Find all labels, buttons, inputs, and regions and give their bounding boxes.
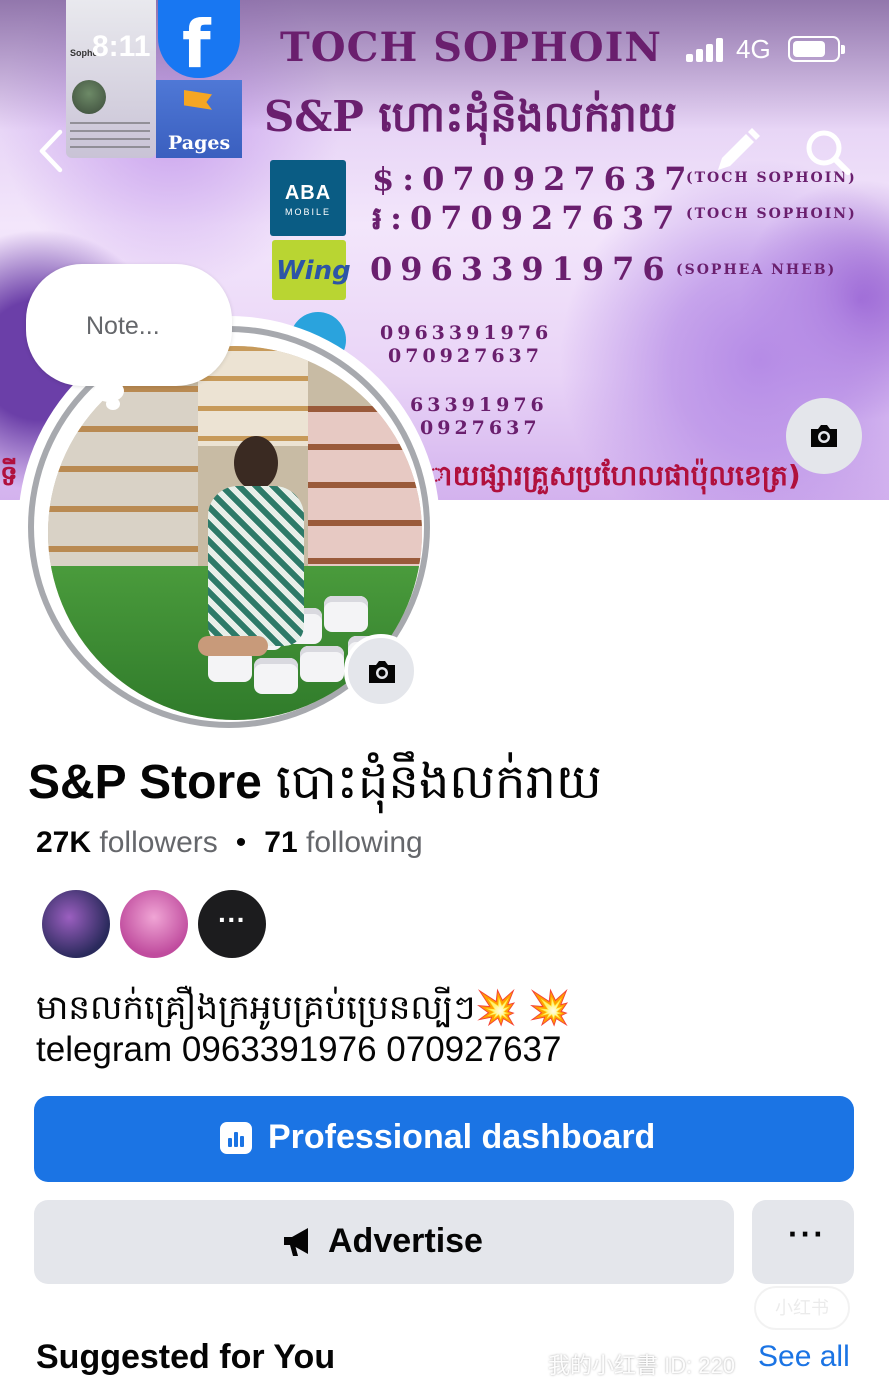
cover-line-1: $:070927637 (372, 160, 695, 198)
facebook-logo: f (158, 0, 240, 83)
follower-avatar[interactable] (42, 890, 110, 958)
cover-bottom-line: ាយផ្សារគ្រួសប្រហែលផាប៉ុលខេត្រ) (428, 459, 801, 492)
photo-person-legs (198, 636, 268, 656)
cover-line-3: 0963391976 (370, 250, 673, 288)
cover-line-2-name: (TOCH SOPHOIN) (686, 206, 857, 222)
page-name-latin: S&P Store (28, 756, 262, 809)
pages-label: Pages (168, 132, 231, 154)
dashboard-icon (220, 1122, 252, 1154)
following-label[interactable]: following (306, 826, 423, 859)
status-time: 8:11 (92, 30, 151, 63)
suggested-for-you-title: Suggested for You (36, 1338, 336, 1376)
photo-shelf-right (308, 406, 422, 576)
cover-title-2: S&P ហោះដុំនិងលក់រាយ (264, 92, 677, 141)
follower-avatar[interactable] (120, 890, 188, 958)
wing-logo-text: Wing (276, 256, 351, 286)
note-bubble[interactable]: Note... (26, 264, 232, 386)
advertise-label: Advertise (328, 1222, 483, 1260)
photo-shelf-left (48, 386, 198, 576)
followers-label[interactable]: followers (99, 826, 217, 859)
see-all-link[interactable]: See all (758, 1340, 850, 1374)
cover-left-edge-text: ទី (0, 459, 18, 492)
followers-count[interactable]: 27K (36, 826, 91, 859)
more-followers-label: ··· (218, 904, 246, 935)
cover-thumb-screenshot: Sophe (66, 0, 156, 158)
stats-separator: • (235, 826, 247, 859)
cover-line-2: ៛:070927637 (372, 199, 683, 237)
edit-cover-camera-button[interactable] (786, 398, 862, 474)
professional-dashboard-button[interactable]: Professional dashboard (34, 1096, 854, 1182)
flag-icon (184, 90, 212, 110)
photo-person-dress (208, 486, 304, 646)
cover-line-4: 0963391976 (380, 322, 553, 344)
photo-person-head (234, 436, 278, 490)
follow-stats: 27K followers • 71 following (36, 826, 423, 860)
cover-thumb-lines (70, 122, 150, 152)
battery-fill (793, 41, 825, 57)
cover-title-1: TOCH SOPHOIN (280, 24, 662, 71)
cover-line-7: 0927637 (420, 417, 541, 439)
professional-dashboard-label: Professional dashboard (268, 1118, 656, 1156)
photo-person (198, 436, 308, 676)
network-label: 4G (736, 34, 771, 64)
aba-logo-main: ABA (284, 182, 332, 204)
cover-line-5: 070927637 (388, 345, 543, 367)
signal-icon (686, 38, 726, 62)
photo-tub (324, 596, 368, 632)
edit-icon[interactable] (708, 124, 764, 180)
more-options-button[interactable]: ··· (752, 1200, 854, 1284)
cover-line-6: 63391976 (410, 394, 548, 416)
cover-line-3-name: (SOPHEA NHEB) (676, 262, 837, 278)
note-placeholder: Note... (86, 312, 160, 340)
advertise-button[interactable]: Advertise (34, 1200, 734, 1284)
page-name-khmer: បោះដុំនឹងលក់រាយ (275, 754, 602, 810)
aba-logo-sub: MOBILE (284, 207, 331, 217)
megaphone-icon (284, 1228, 308, 1256)
more-followers-button[interactable]: ··· (198, 890, 266, 958)
page-name: S&P Store បោះដុំនឹងលក់រាយ (28, 752, 602, 822)
back-icon[interactable] (30, 126, 74, 176)
camera-icon (369, 661, 395, 683)
bio-line-2: telegram 0963391976 070927637 (36, 1030, 562, 1069)
bio-line-1: មានលក់គ្រឿងក្រអូបគ្រប់ប្រេនល្បីៗ💥 💥 (36, 988, 571, 1028)
aba-logo: ABA MOBILE (270, 160, 346, 236)
watermark-text: 我的小红書 ID: 220 (548, 1353, 736, 1378)
camera-icon (811, 425, 837, 447)
following-count[interactable]: 71 (264, 826, 297, 859)
wing-logo: Wing (272, 240, 351, 300)
note-bubble-tail-small (106, 398, 120, 410)
search-icon[interactable] (800, 124, 856, 180)
pages-tile: Pages (156, 80, 242, 158)
edit-profile-photo-camera-button[interactable] (344, 634, 418, 708)
watermark-oval: 小红书 (754, 1286, 850, 1330)
cover-thumb-avatar (72, 80, 106, 114)
more-options-label: ··· (788, 1216, 826, 1252)
battery-icon (788, 36, 845, 62)
